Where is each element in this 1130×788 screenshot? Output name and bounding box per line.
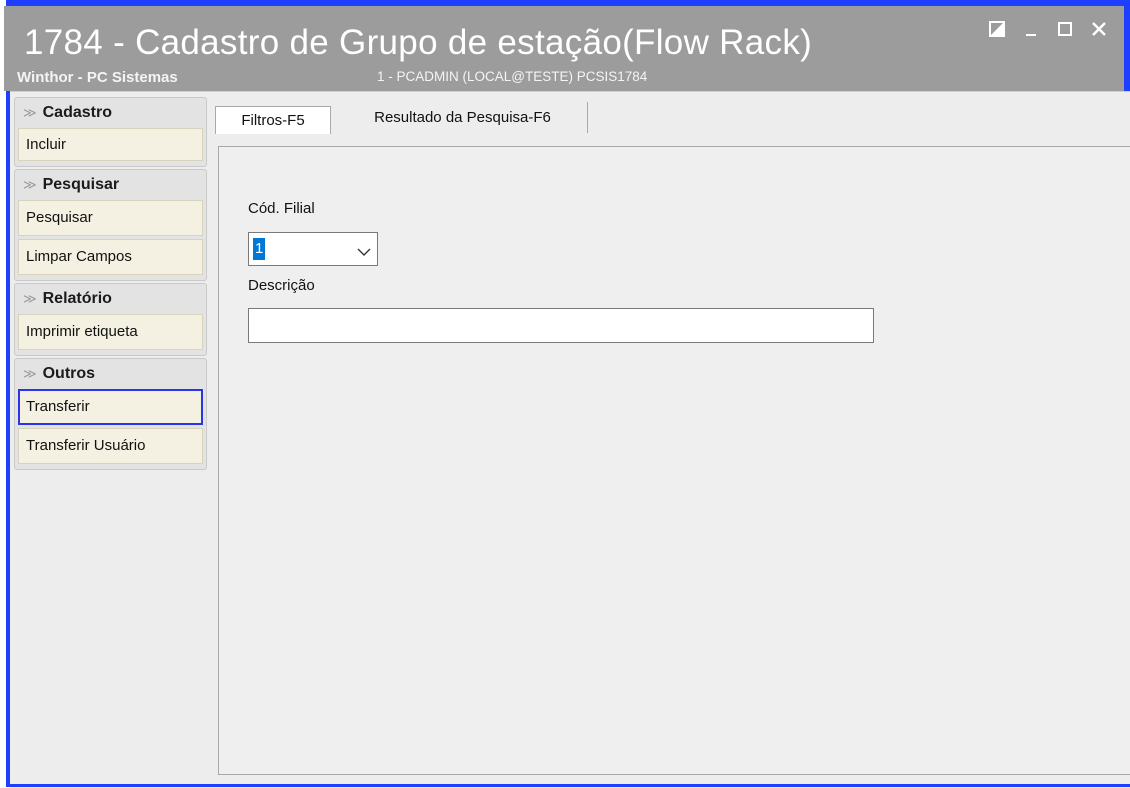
imprimir-etiqueta-button[interactable]: Imprimir etiqueta — [18, 314, 203, 350]
sidebar-group-outros: ≫ Outros Transferir Transferir Usuário — [14, 358, 207, 470]
group-header-pesquisar[interactable]: ≫ Pesquisar — [15, 170, 206, 200]
group-title: Pesquisar — [42, 176, 120, 193]
app-name: Winthor - PC Sistemas — [17, 69, 178, 86]
session-info: 1 - PCADMIN (LOCAL@TESTE) PCSIS1784 — [377, 69, 648, 84]
sidebar-group-pesquisar: ≫ Pesquisar Pesquisar Limpar Campos — [14, 169, 207, 281]
window-controls — [980, 12, 1116, 46]
filial-selected-value: 1 — [253, 238, 266, 260]
filters-panel: Cód. Filial 1 Descrição — [218, 146, 1130, 775]
group-header-relatorio[interactable]: ≫ Relatório — [15, 284, 206, 314]
descricao-label: Descrição — [248, 277, 315, 294]
window-title: 1784 - Cadastro de Grupo de estação(Flow… — [24, 23, 813, 62]
transferir-usuario-button[interactable]: Transferir Usuário — [18, 428, 203, 464]
group-header-cadastro[interactable]: ≫ Cadastro — [15, 98, 206, 128]
filial-label: Cód. Filial — [248, 200, 315, 217]
incluir-button[interactable]: Incluir — [18, 128, 203, 161]
chevron-down-icon[interactable] — [357, 244, 371, 262]
filial-select[interactable]: 1 — [248, 232, 378, 266]
chevron-double-down-icon: ≫ — [23, 105, 37, 120]
restore-icon[interactable] — [980, 12, 1014, 46]
group-title: Cadastro — [42, 104, 112, 121]
group-title: Outros — [42, 365, 96, 382]
title-bar: 1784 - Cadastro de Grupo de estação(Flow… — [4, 6, 1124, 91]
chevron-double-down-icon: ≫ — [23, 177, 37, 192]
chevron-double-down-icon: ≫ — [23, 366, 37, 381]
tab-filtros[interactable]: Filtros-F5 — [215, 106, 331, 134]
group-header-outros[interactable]: ≫ Outros — [15, 359, 206, 389]
transferir-button[interactable]: Transferir — [18, 389, 203, 425]
sidebar: ≫ Cadastro Incluir ≫ Pesquisar Pesquisar L… — [14, 97, 207, 472]
tab-resultado-pesquisa[interactable]: Resultado da Pesquisa-F6 — [338, 102, 588, 133]
pesquisar-button[interactable]: Pesquisar — [18, 200, 203, 236]
chevron-double-down-icon: ≫ — [23, 291, 37, 306]
limpar-campos-button[interactable]: Limpar Campos — [18, 239, 203, 275]
maximize-icon[interactable] — [1048, 12, 1082, 46]
client-area: ≫ Cadastro Incluir ≫ Pesquisar Pesquisar L… — [10, 91, 1130, 788]
close-icon[interactable] — [1082, 12, 1116, 46]
sidebar-group-cadastro: ≫ Cadastro Incluir — [14, 97, 207, 167]
group-title: Relatório — [42, 290, 112, 307]
minimize-icon[interactable] — [1014, 12, 1048, 46]
descricao-field[interactable] — [248, 308, 874, 343]
sidebar-group-relatorio: ≫ Relatório Imprimir etiqueta — [14, 283, 207, 356]
